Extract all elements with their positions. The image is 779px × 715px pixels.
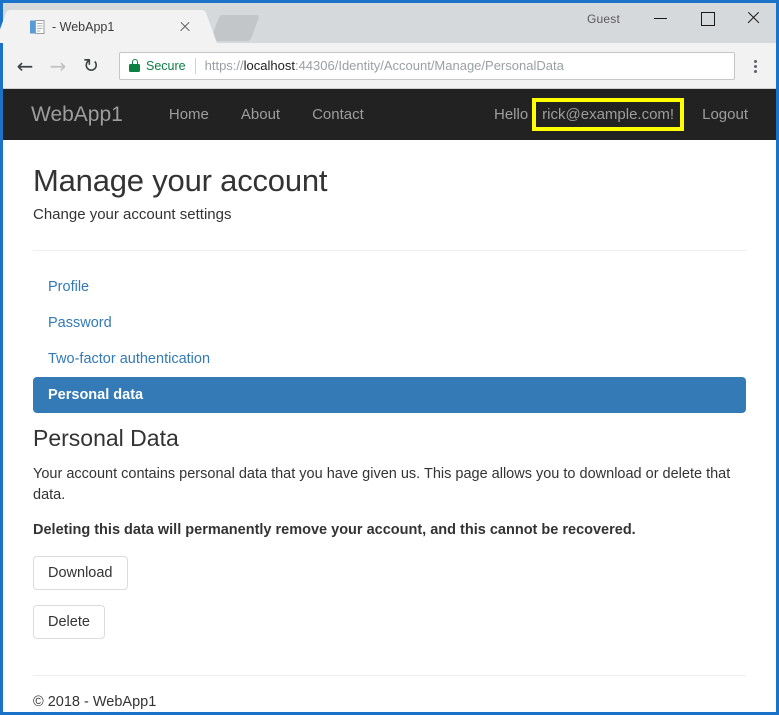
security-label: Secure: [146, 58, 186, 73]
logout-link[interactable]: Logout: [702, 106, 756, 123]
profile-label[interactable]: Guest: [587, 3, 638, 26]
overflow-menu-icon[interactable]: [741, 51, 769, 81]
back-icon[interactable]: ←: [10, 51, 40, 81]
browser-window: - WebApp1 Guest ← → ↻ Secure https://loc…: [0, 0, 779, 715]
site-nav-links: Home About Contact: [153, 106, 380, 123]
page-body: Manage your account Change your account …: [3, 163, 776, 710]
greeting-label: Hello: [493, 106, 529, 123]
header-divider: [33, 250, 746, 251]
manage-nav-item-profile[interactable]: Profile: [33, 269, 746, 305]
download-button[interactable]: Download: [33, 556, 128, 591]
section-paragraph: Your account contains personal data that…: [33, 466, 731, 504]
page-title: Manage your account: [33, 163, 328, 198]
delete-button[interactable]: Delete: [33, 605, 105, 640]
delete-button-wrap: Delete: [33, 590, 746, 640]
address-bar[interactable]: Secure https://localhost:44306/Identity/…: [119, 51, 735, 80]
close-icon[interactable]: [730, 3, 776, 33]
user-email-highlight[interactable]: rick@example.com!: [532, 98, 685, 131]
manage-nav-link-profile[interactable]: Profile: [33, 269, 746, 305]
nav-link-contact[interactable]: Contact: [296, 106, 380, 123]
browser-tab[interactable]: - WebApp1: [11, 10, 201, 43]
site-navbar: WebApp1 Home About Contact Hello rick@ex…: [3, 89, 776, 140]
url-text: https://localhost:44306/Identity/Account…: [205, 58, 564, 73]
page-viewport: WebApp1 Home About Contact Hello rick@ex…: [3, 89, 776, 712]
tab-strip: - WebApp1 Guest: [3, 0, 776, 43]
footer-divider: [33, 675, 746, 677]
manage-nav-item-personal-data[interactable]: Personal data: [33, 377, 746, 413]
tab-title: - WebApp1: [52, 19, 115, 34]
new-tab-button[interactable]: [210, 15, 260, 41]
download-button-wrap: Download: [33, 541, 746, 591]
site-nav-right: Hello rick@example.com! Logout: [494, 98, 756, 131]
maximize-icon[interactable]: [684, 3, 730, 33]
footer-text: © 2018 - WebApp1: [33, 694, 157, 711]
page-subtitle: Change your account settings: [33, 206, 232, 223]
section-warning: Deleting this data will permanently remo…: [33, 522, 636, 539]
url-path: :44306/Identity/Account/Manage/PersonalD…: [294, 58, 564, 73]
page-favicon-icon: [29, 19, 45, 35]
address-bar-separator: [194, 57, 196, 74]
section-title: Personal Data: [33, 425, 179, 451]
url-host: localhost: [243, 58, 295, 73]
lock-icon: [129, 59, 140, 72]
manage-nav-item-password[interactable]: Password: [33, 305, 746, 341]
browser-toolbar: ← → ↻ Secure https://localhost:44306/Ide…: [3, 43, 776, 89]
forward-icon: →: [43, 51, 73, 81]
window-caption-area: Guest: [587, 3, 776, 46]
manage-nav-link-password[interactable]: Password: [33, 305, 746, 341]
back-arrow-glyph: ←: [16, 53, 34, 78]
tab-close-icon[interactable]: [177, 19, 193, 35]
minimize-icon[interactable]: [638, 3, 684, 33]
reload-icon[interactable]: ↻: [76, 51, 106, 81]
manage-nav-link-personal-data[interactable]: Personal data: [33, 377, 746, 413]
url-scheme: https://: [204, 58, 244, 73]
forward-arrow-glyph: →: [49, 53, 67, 78]
site-brand[interactable]: WebApp1: [31, 103, 123, 127]
manage-nav-item-two-factor[interactable]: Two-factor authentication: [33, 341, 746, 377]
manage-nav-link-two-factor[interactable]: Two-factor authentication: [33, 341, 746, 377]
manage-nav: Profile Password Two-factor authenticati…: [33, 269, 746, 413]
reload-glyph: ↻: [83, 54, 99, 77]
nav-link-about[interactable]: About: [225, 106, 296, 123]
nav-link-home[interactable]: Home: [153, 106, 225, 123]
